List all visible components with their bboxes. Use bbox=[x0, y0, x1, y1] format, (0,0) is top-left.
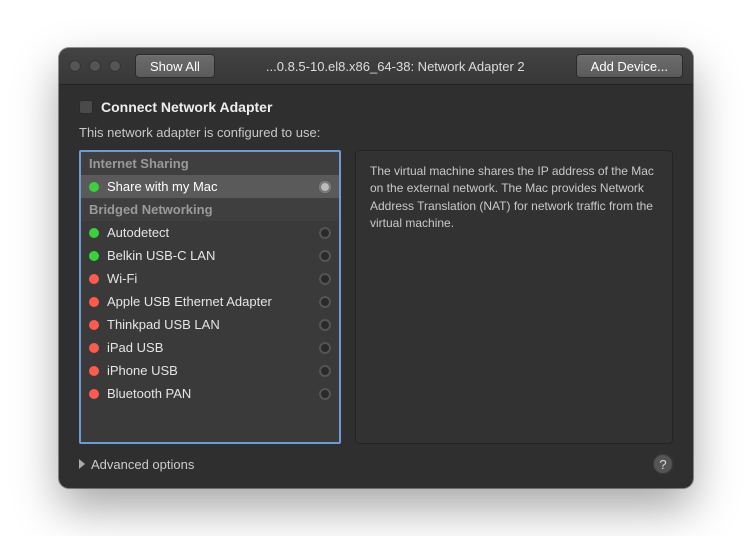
list-item-label: Belkin USB-C LAN bbox=[107, 248, 311, 263]
info-text: The virtual machine shares the IP addres… bbox=[370, 164, 654, 230]
zoom-icon[interactable] bbox=[109, 60, 121, 72]
settings-window: Show All ...0.8.5-10.el8.x86_64-38: Netw… bbox=[59, 48, 693, 488]
list-item[interactable]: iPad USB bbox=[81, 336, 339, 359]
footer: Advanced options ? bbox=[79, 454, 673, 474]
radio-indicator[interactable] bbox=[319, 319, 331, 331]
radio-indicator[interactable] bbox=[319, 181, 331, 193]
status-dot-icon bbox=[89, 389, 99, 399]
list-item-label: Apple USB Ethernet Adapter bbox=[107, 294, 311, 309]
list-item-label: Autodetect bbox=[107, 225, 311, 240]
radio-indicator[interactable] bbox=[319, 250, 331, 262]
radio-indicator[interactable] bbox=[319, 227, 331, 239]
radio-indicator[interactable] bbox=[319, 388, 331, 400]
list-item[interactable]: Autodetect bbox=[81, 221, 339, 244]
list-item[interactable]: Apple USB Ethernet Adapter bbox=[81, 290, 339, 313]
radio-indicator[interactable] bbox=[319, 296, 331, 308]
connect-label: Connect Network Adapter bbox=[101, 99, 272, 115]
status-dot-icon bbox=[89, 320, 99, 330]
list-item-label: Wi-Fi bbox=[107, 271, 311, 286]
panes: Internet Sharing Share with my Mac Bridg… bbox=[79, 150, 673, 444]
list-item[interactable]: Thinkpad USB LAN bbox=[81, 313, 339, 336]
list-item[interactable]: Share with my Mac bbox=[81, 175, 339, 198]
advanced-options-toggle[interactable]: Advanced options bbox=[79, 457, 194, 472]
list-item-label: iPad USB bbox=[107, 340, 311, 355]
status-dot-icon bbox=[89, 251, 99, 261]
list-item-label: iPhone USB bbox=[107, 363, 311, 378]
close-icon[interactable] bbox=[69, 60, 81, 72]
list-item[interactable]: Belkin USB-C LAN bbox=[81, 244, 339, 267]
network-source-list[interactable]: Internet Sharing Share with my Mac Bridg… bbox=[79, 150, 341, 444]
minimize-icon[interactable] bbox=[89, 60, 101, 72]
disclosure-triangle-icon bbox=[79, 459, 85, 469]
status-dot-icon bbox=[89, 228, 99, 238]
radio-indicator[interactable] bbox=[319, 273, 331, 285]
list-item[interactable]: Bluetooth PAN bbox=[81, 382, 339, 405]
group-header-internet-sharing: Internet Sharing bbox=[81, 152, 339, 175]
list-scroll[interactable]: Internet Sharing Share with my Mac Bridg… bbox=[81, 152, 339, 442]
list-item-label: Share with my Mac bbox=[107, 179, 311, 194]
titlebar: Show All ...0.8.5-10.el8.x86_64-38: Netw… bbox=[59, 48, 693, 85]
list-item[interactable]: iPhone USB bbox=[81, 359, 339, 382]
add-device-button[interactable]: Add Device... bbox=[576, 54, 683, 78]
status-dot-icon bbox=[89, 366, 99, 376]
config-subtext: This network adapter is configured to us… bbox=[79, 125, 673, 140]
list-item[interactable]: Wi-Fi bbox=[81, 267, 339, 290]
radio-indicator[interactable] bbox=[319, 365, 331, 377]
info-panel: The virtual machine shares the IP addres… bbox=[355, 150, 673, 444]
traffic-lights bbox=[69, 60, 121, 72]
window-title: ...0.8.5-10.el8.x86_64-38: Network Adapt… bbox=[223, 59, 568, 74]
radio-indicator[interactable] bbox=[319, 342, 331, 354]
status-dot-icon bbox=[89, 297, 99, 307]
status-dot-icon bbox=[89, 343, 99, 353]
status-dot-icon bbox=[89, 274, 99, 284]
content-area: Connect Network Adapter This network ada… bbox=[59, 85, 693, 488]
advanced-label: Advanced options bbox=[91, 457, 194, 472]
connect-checkbox[interactable] bbox=[79, 100, 93, 114]
group-header-bridged: Bridged Networking bbox=[81, 198, 339, 221]
help-button[interactable]: ? bbox=[653, 454, 673, 474]
show-all-button[interactable]: Show All bbox=[135, 54, 215, 78]
status-dot-icon bbox=[89, 182, 99, 192]
list-item-label: Bluetooth PAN bbox=[107, 386, 311, 401]
connect-adapter-row[interactable]: Connect Network Adapter bbox=[79, 99, 673, 115]
list-item-label: Thinkpad USB LAN bbox=[107, 317, 311, 332]
